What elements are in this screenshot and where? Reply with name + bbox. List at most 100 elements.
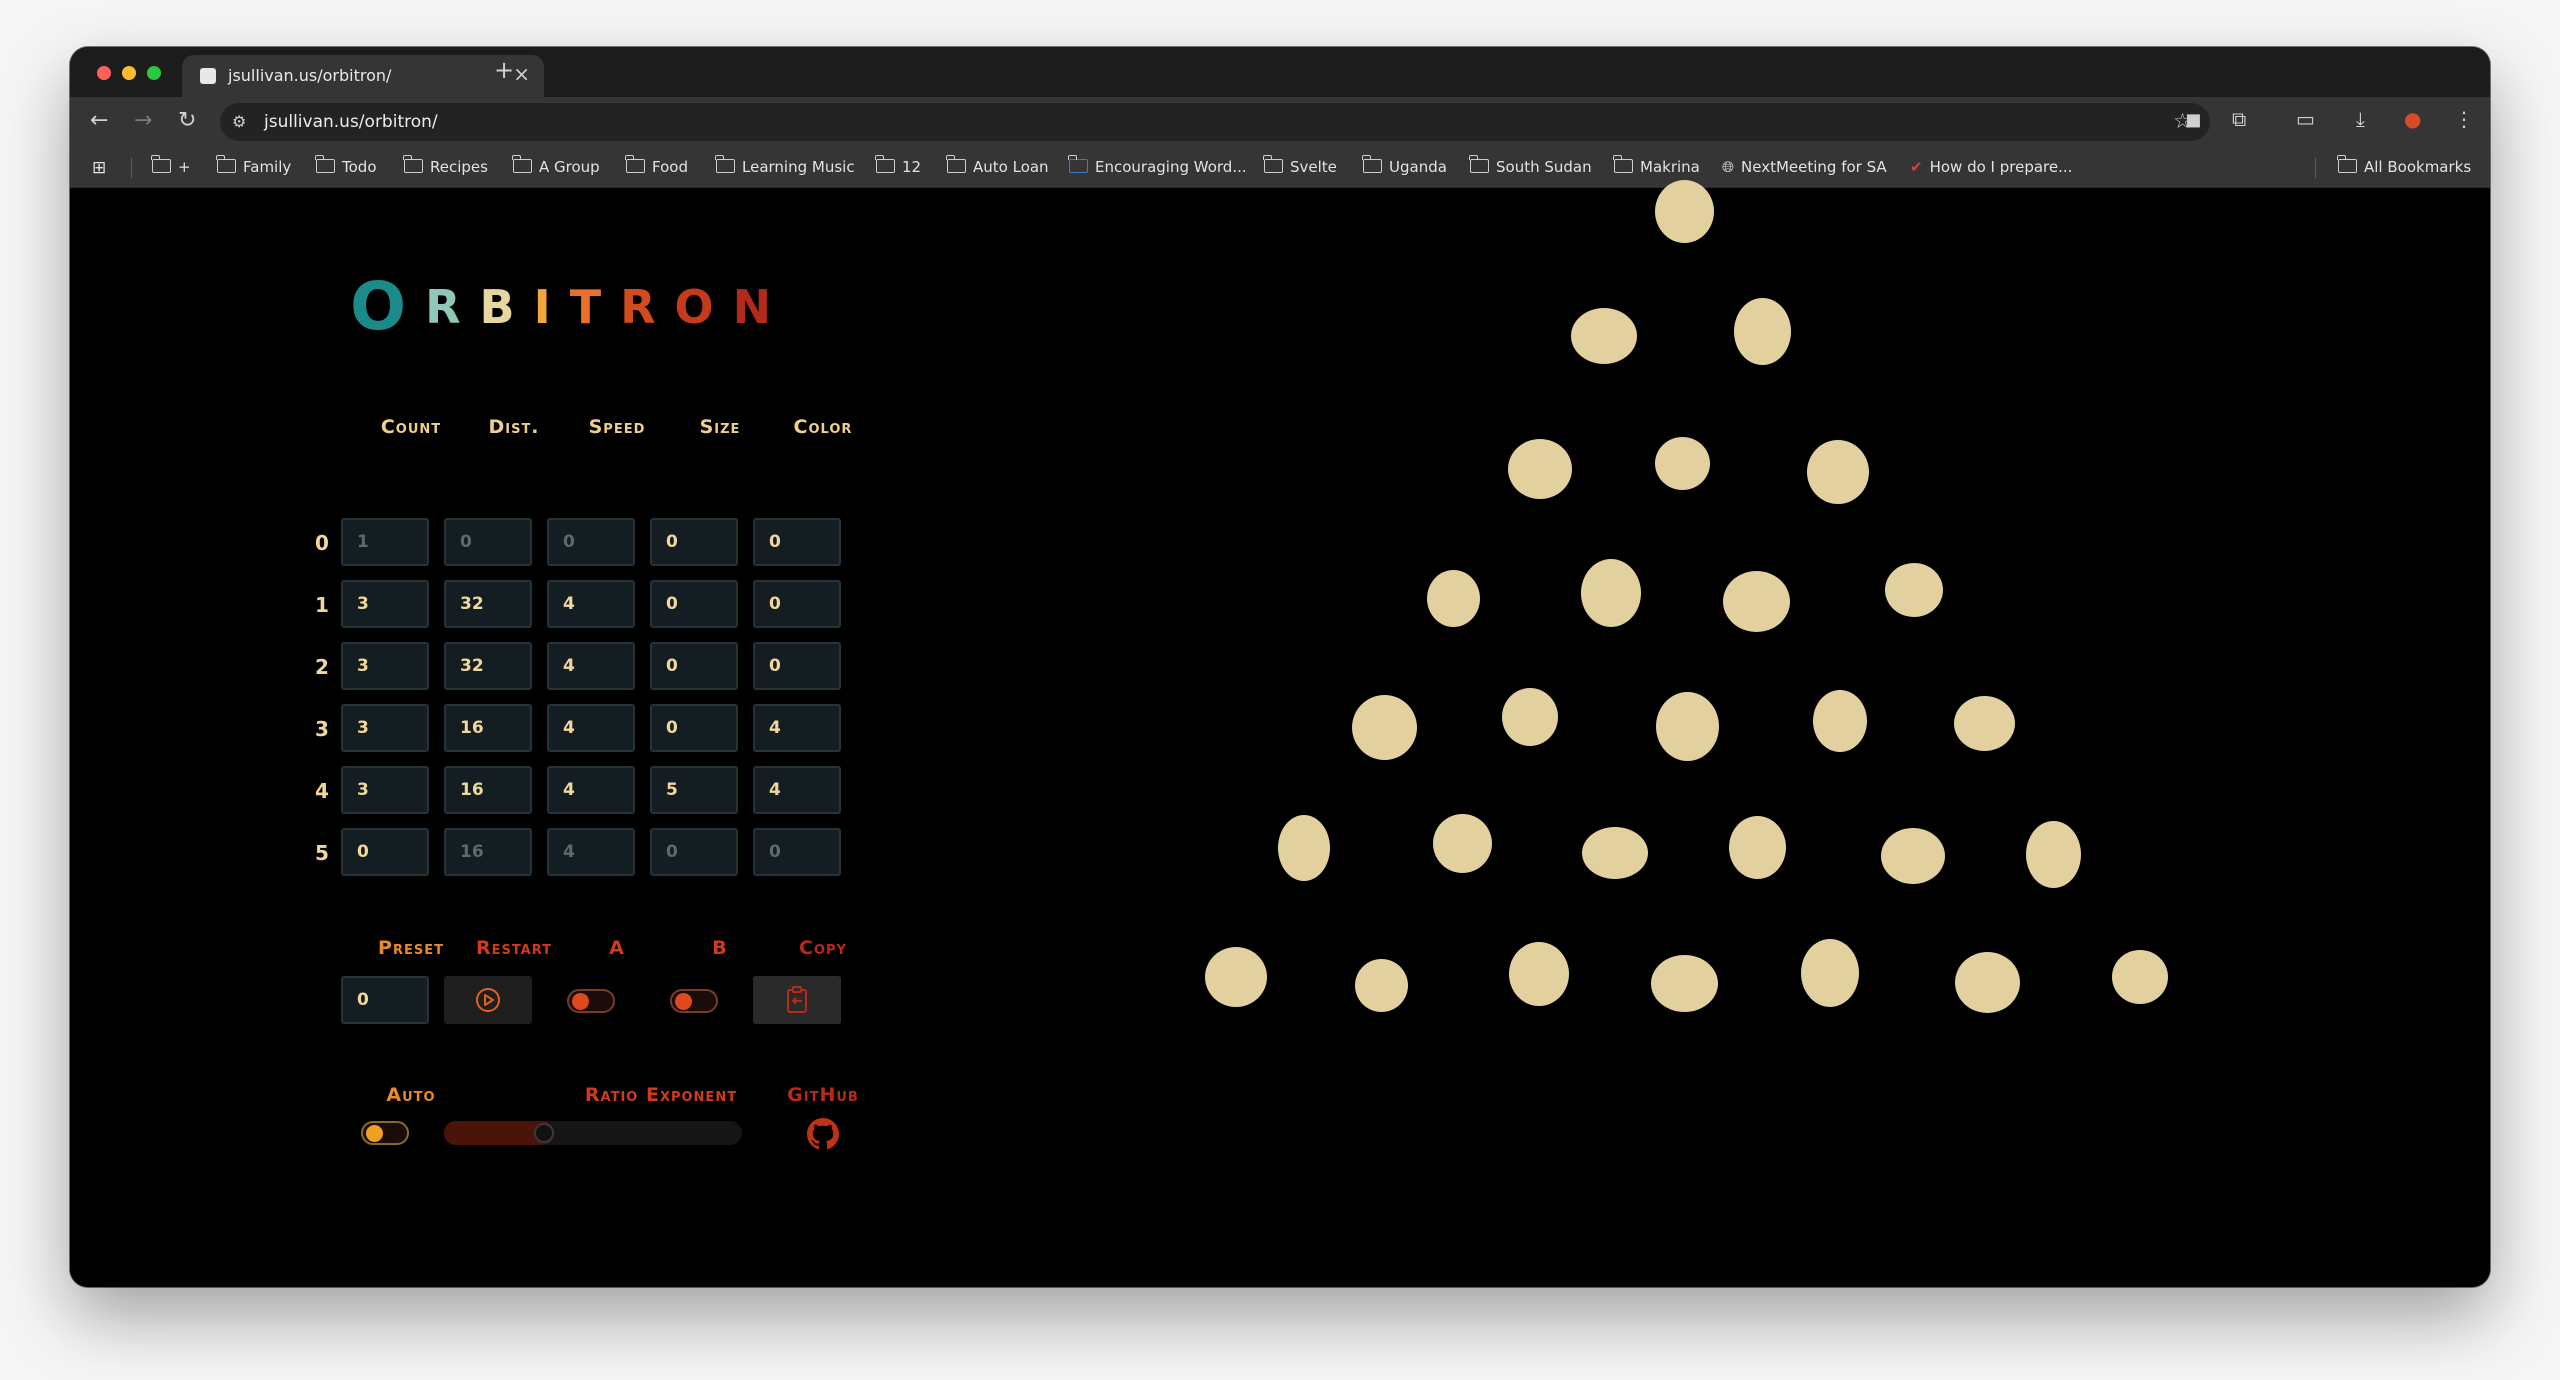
bookmark-folder-svelte[interactable]: Svelte <box>1263 155 1337 176</box>
bookmark-folder-todo[interactable]: Todo <box>315 155 377 176</box>
param-input-dist[interactable]: 32 <box>444 642 532 690</box>
param-input-speed[interactable]: 4 <box>547 580 635 628</box>
param-input-count[interactable]: 3 <box>341 704 429 752</box>
bookmark-label: Todo <box>342 158 377 176</box>
extensions-icon[interactable]: ⧉ <box>2232 109 2246 129</box>
github-link[interactable] <box>777 1118 869 1154</box>
download-icon[interactable]: ⤓ <box>2356 109 2365 129</box>
bookmark-label: Uganda <box>1389 158 1447 176</box>
header-count: Count <box>380 416 442 438</box>
folder-icon <box>1613 155 1633 173</box>
bookmark-folder-auto-loan[interactable]: Auto Loan <box>946 155 1049 176</box>
orbit-dot <box>1954 951 2020 1013</box>
close-window-button[interactable] <box>97 66 111 80</box>
profile-avatar-icon[interactable]: ● <box>2404 109 2421 129</box>
bookmark-folder-south-sudan[interactable]: South Sudan <box>1469 155 1592 176</box>
param-input-color[interactable]: 4 <box>753 704 841 752</box>
param-input-color[interactable]: 0 <box>753 828 841 876</box>
param-input-dist[interactable]: 0 <box>444 518 532 566</box>
orbit-dot <box>1654 436 1710 490</box>
folder-icon <box>1469 155 1489 173</box>
param-input-size[interactable]: 0 <box>650 642 738 690</box>
logo-letter: B <box>479 280 516 334</box>
param-input-dist[interactable]: 32 <box>444 580 532 628</box>
ratio-slider-thumb[interactable] <box>534 1123 554 1143</box>
bookmark-separator <box>2315 158 2316 178</box>
param-input-color[interactable]: 0 <box>753 580 841 628</box>
browser-tab[interactable]: jsullivan.us/orbitron/ × <box>182 55 544 97</box>
a-label: A <box>609 937 625 959</box>
bookmark-label: A Group <box>539 158 600 176</box>
reload-icon[interactable]: ↻ <box>178 110 196 132</box>
param-input-speed[interactable]: 4 <box>547 704 635 752</box>
ratio-exponent-slider[interactable] <box>444 1121 742 1145</box>
apps-grid-icon[interactable]: ⊞ <box>92 158 106 178</box>
bookmark-label: All Bookmarks <box>2364 158 2472 176</box>
folder-icon <box>1263 155 1283 173</box>
param-input-dist[interactable]: 16 <box>444 766 532 814</box>
param-input-color[interactable]: 0 <box>753 518 841 566</box>
side-panel-icon[interactable]: ▭ <box>2296 109 2315 129</box>
zoom-window-button[interactable] <box>147 66 161 80</box>
param-input-speed[interactable]: 0 <box>547 518 635 566</box>
auto-toggle[interactable] <box>361 1121 409 1145</box>
back-icon[interactable]: ← <box>90 110 108 132</box>
param-input-count[interactable]: 3 <box>341 766 429 814</box>
a-toggle[interactable] <box>567 989 615 1013</box>
folder-icon <box>216 155 236 173</box>
password-manager-icon[interactable]: ◼ <box>2185 109 2202 129</box>
bookmark-folder-makrina[interactable]: Makrina <box>1613 155 1700 176</box>
orbit-dot <box>1654 179 1714 243</box>
param-input-speed[interactable]: 4 <box>547 766 635 814</box>
orbit-dot <box>2025 820 2081 888</box>
bookmark-folder-uganda[interactable]: Uganda <box>1362 155 1447 176</box>
copy-button[interactable] <box>753 976 841 1024</box>
bookmark-folder-a-group[interactable]: A Group <box>512 155 600 176</box>
folder-icon <box>512 155 532 173</box>
site-info-icon[interactable]: ⚙ <box>232 112 246 131</box>
preset-input[interactable]: 0 <box>341 976 429 1024</box>
globe-icon: 🌐︎ <box>1722 158 1735 176</box>
param-input-count[interactable]: 1 <box>341 518 429 566</box>
folder-icon <box>1362 155 1382 173</box>
row-label: 3 <box>315 717 329 741</box>
param-input-count[interactable]: 3 <box>341 642 429 690</box>
bookmark-how-do-i-prepare[interactable]: ✔ How do I prepare... <box>1910 158 2072 176</box>
param-input-size[interactable]: 0 <box>650 704 738 752</box>
param-input-size[interactable]: 5 <box>650 766 738 814</box>
bookmark-folder-recipes[interactable]: Recipes <box>403 155 488 176</box>
bookmark-nextmeeting[interactable]: 🌐︎ NextMeeting for SA <box>1722 158 1887 176</box>
param-input-speed[interactable]: 4 <box>547 642 635 690</box>
minimize-window-button[interactable] <box>122 66 136 80</box>
menu-icon[interactable]: ⋮ <box>2454 109 2474 129</box>
bookmark-encouraging-word[interactable]: Encouraging Word... <box>1068 155 1247 176</box>
param-input-dist[interactable]: 16 <box>444 704 532 752</box>
address-bar[interactable]: ⚙ jsullivan.us/orbitron/ ☆ <box>220 103 2210 141</box>
orbit-dot <box>1733 297 1791 365</box>
restart-button[interactable] <box>444 976 532 1024</box>
param-input-size[interactable]: 0 <box>650 518 738 566</box>
header-distance: Dist. <box>488 416 540 438</box>
bookmark-folder-food[interactable]: Food <box>625 155 688 176</box>
new-tab-icon[interactable]: + <box>494 58 514 82</box>
orbit-dot <box>1502 688 1558 746</box>
param-input-size[interactable]: 0 <box>650 828 738 876</box>
ratio-exponent-label: Ratio Exponent <box>584 1084 738 1106</box>
orbit-dot <box>1354 958 1408 1012</box>
bookmark-folder-family[interactable]: Family <box>216 155 291 176</box>
bookmark-folder-learning-music[interactable]: Learning Music <box>715 155 855 176</box>
param-input-count[interactable]: 3 <box>341 580 429 628</box>
param-input-color[interactable]: 0 <box>753 642 841 690</box>
param-input-dist[interactable]: 16 <box>444 828 532 876</box>
b-toggle[interactable] <box>670 989 718 1013</box>
param-input-color[interactable]: 4 <box>753 766 841 814</box>
bookmark-label: South Sudan <box>1496 158 1592 176</box>
forward-icon[interactable]: → <box>134 110 152 132</box>
bookmark-add[interactable]: + <box>151 155 191 176</box>
all-bookmarks-button[interactable]: All Bookmarks <box>2337 155 2472 176</box>
param-input-size[interactable]: 0 <box>650 580 738 628</box>
bookmark-folder-12[interactable]: 12 <box>875 155 921 176</box>
param-input-speed[interactable]: 4 <box>547 828 635 876</box>
close-tab-icon[interactable]: × <box>513 64 530 84</box>
param-input-count[interactable]: 0 <box>341 828 429 876</box>
